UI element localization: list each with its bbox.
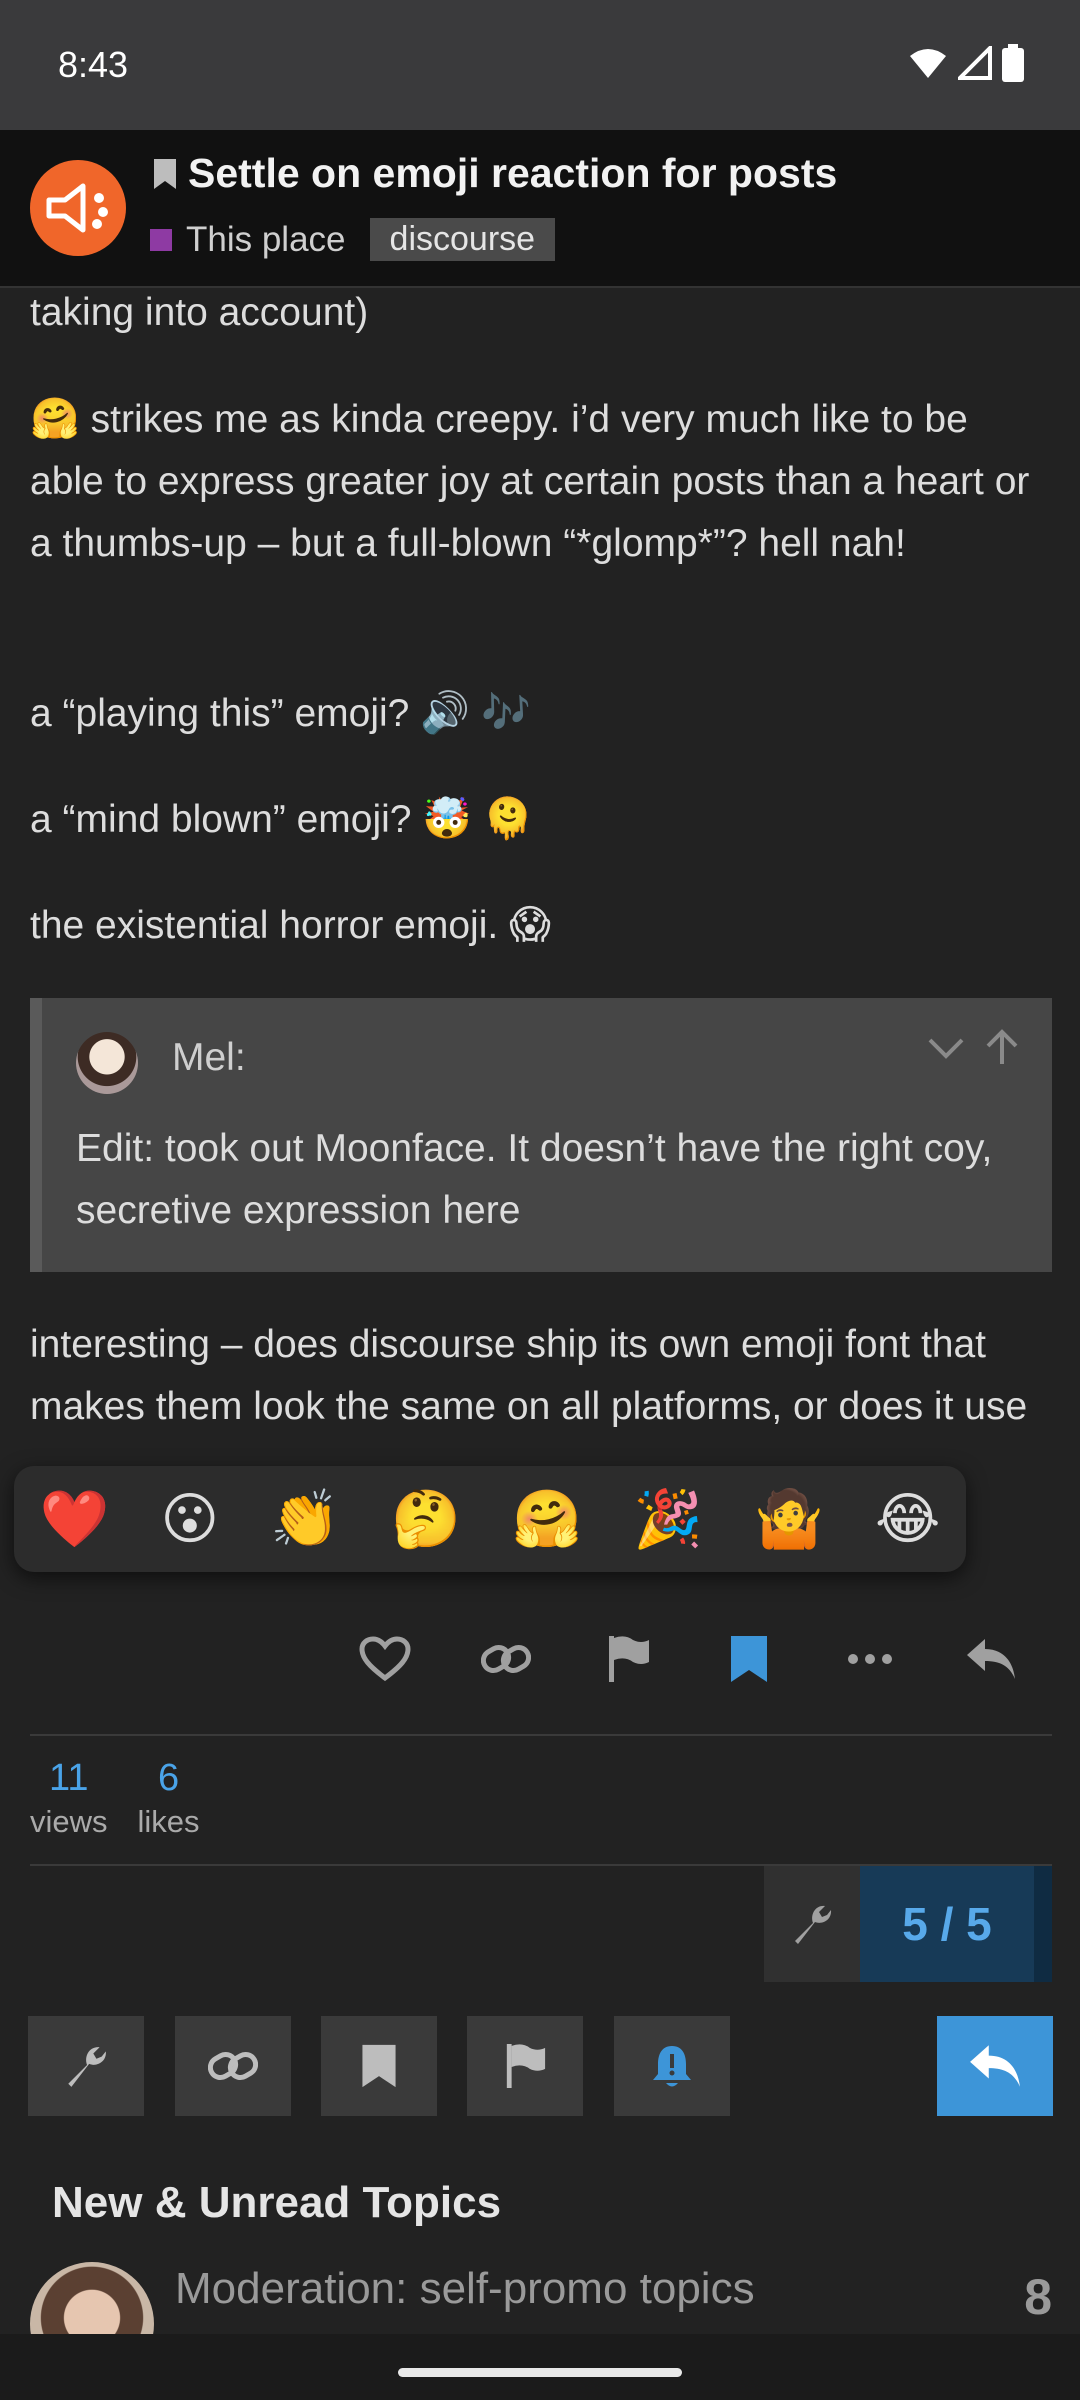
views-label: views <box>30 1804 108 1839</box>
category-link[interactable]: This place <box>186 220 346 260</box>
bookmark-button[interactable] <box>714 1624 784 1694</box>
topic-meta: This place discourse <box>150 218 556 261</box>
topic-progress[interactable]: 5 / 5 <box>764 1866 1052 1982</box>
reply-icon <box>967 1639 1015 1679</box>
quote-author[interactable]: Mel: <box>172 1036 246 1080</box>
bookmark-filled-icon <box>731 1636 767 1682</box>
paragraph-3-text: a “mind blown” emoji? <box>30 798 412 841</box>
reply-post-button[interactable] <box>956 1624 1026 1694</box>
views-count: 11 <box>49 1757 89 1799</box>
system-nav-bar <box>0 2334 1080 2400</box>
reply-button[interactable] <box>937 2016 1053 2116</box>
arrow-up-icon[interactable] <box>982 1028 1022 1068</box>
notifications-button[interactable] <box>614 2016 730 2116</box>
post-paragraph-2: a “playing this” emoji? 🔊 🎶 <box>30 682 1050 745</box>
battery-icon <box>1002 44 1024 82</box>
copy-link-button[interactable] <box>471 1624 541 1694</box>
bookmark-icon <box>362 2044 396 2088</box>
topic-list-title[interactable]: Moderation: self-promo topics <box>175 2264 755 2314</box>
ellipsis-icon <box>848 1654 892 1664</box>
divider <box>30 1734 1052 1736</box>
quote-block: Mel: Edit: took out Moonface. It doesn’t… <box>30 998 1052 1272</box>
topic-stats: 11 views 6 likes <box>30 1752 200 1840</box>
post-paragraph-5: interesting – does discourse ship its ow… <box>30 1323 1028 1428</box>
quote-avatar[interactable] <box>76 1032 138 1094</box>
reaction-picker: ❤️ 😮 👏 🤔 🤗 🎉 🤷 😂 <box>14 1466 966 1572</box>
topic-title[interactable]: Settle on emoji reaction for posts <box>152 150 837 197</box>
flag-button[interactable] <box>593 1624 663 1694</box>
like-button[interactable] <box>350 1624 420 1694</box>
paragraph-1-text: strikes me as kinda creepy. i’d very muc… <box>30 398 1030 565</box>
speaker-music-emoji: 🔊 🎶 <box>420 691 531 735</box>
heart-outline-icon <box>359 1636 411 1682</box>
topic-title-text: Settle on emoji reaction for posts <box>188 150 838 196</box>
reaction-thinking[interactable]: 🤔 <box>391 1486 461 1552</box>
topic-post-count: 8 <box>1024 2269 1052 2325</box>
post-paragraph-4: the existential horror emoji. 😱 <box>30 894 1050 957</box>
reaction-shrug[interactable]: 🤷 <box>754 1486 824 1552</box>
reaction-tada[interactable]: 🎉 <box>633 1486 703 1552</box>
admin-button[interactable] <box>28 2016 144 2116</box>
hugging-face-emoji: 🤗 <box>30 397 80 441</box>
bookmark-icon <box>154 158 176 189</box>
flag-icon <box>506 2044 546 2088</box>
post-actions <box>0 1624 1080 1694</box>
more-button[interactable] <box>835 1624 905 1694</box>
reaction-hugs[interactable]: 🤗 <box>512 1486 582 1552</box>
signal-icon <box>958 46 992 80</box>
megaphone-logo-icon <box>46 183 108 233</box>
reaction-open-mouth[interactable]: 😮 <box>161 1486 219 1552</box>
flag-icon <box>609 1636 649 1682</box>
paragraph-4-text: the existential horror emoji. <box>30 904 499 947</box>
reaction-joy[interactable]: 😂 <box>875 1486 940 1552</box>
scream-emoji: 😱 <box>509 903 551 947</box>
bell-alert-icon <box>653 2046 691 2087</box>
post-paragraph-3: a “mind blown” emoji? 🤯 🫠 <box>30 788 1050 851</box>
status-time: 8:43 <box>58 44 129 85</box>
topic-list-item[interactable]: Moderation: self-promo topics 8 <box>30 2262 1052 2386</box>
tag-discourse[interactable]: discourse <box>369 218 556 261</box>
link-icon <box>208 2052 258 2080</box>
chevron-down-icon[interactable] <box>926 1028 966 1068</box>
category-color-square <box>150 228 172 251</box>
new-unread-heading: New & Unread Topics <box>52 2178 502 2227</box>
likes-count: 6 <box>157 1757 180 1799</box>
wrench-icon <box>68 2047 106 2087</box>
reaction-heart[interactable]: ❤️ <box>40 1486 110 1552</box>
mind-blown-emoji: 🤯 🫠 <box>422 797 534 841</box>
quote-text: Edit: took out Moonface. It doesn’t have… <box>76 1127 993 1232</box>
admin-wrench-button[interactable] <box>764 1866 860 1982</box>
likes-stat: 6 likes <box>138 1752 200 1840</box>
share-link-button[interactable] <box>175 2016 291 2116</box>
reply-icon <box>970 2045 1020 2087</box>
link-icon <box>481 1645 531 1673</box>
topic-header: Settle on emoji reaction for posts This … <box>0 130 1080 288</box>
reaction-clap[interactable]: 👏 <box>270 1486 340 1552</box>
bookmark-topic-button[interactable] <box>321 2016 437 2116</box>
views-stat: 11 views <box>30 1752 108 1840</box>
wifi-icon <box>910 49 946 78</box>
post-paragraph-1: 🤗 strikes me as kinda creepy. i’d very m… <box>30 388 1050 575</box>
status-bar: 8:43 <box>0 0 1080 130</box>
wrench-icon <box>795 1905 832 1944</box>
likes-label: likes <box>137 1804 200 1839</box>
site-logo[interactable] <box>30 160 126 256</box>
paragraph-2-text: a “playing this” emoji? <box>30 692 410 735</box>
flag-topic-button[interactable] <box>467 2016 583 2116</box>
home-gesture-handle[interactable] <box>398 2368 682 2377</box>
progress-counter[interactable]: 5 / 5 <box>860 1866 1034 1982</box>
post-paragraph-0: taking into account) <box>30 291 369 334</box>
